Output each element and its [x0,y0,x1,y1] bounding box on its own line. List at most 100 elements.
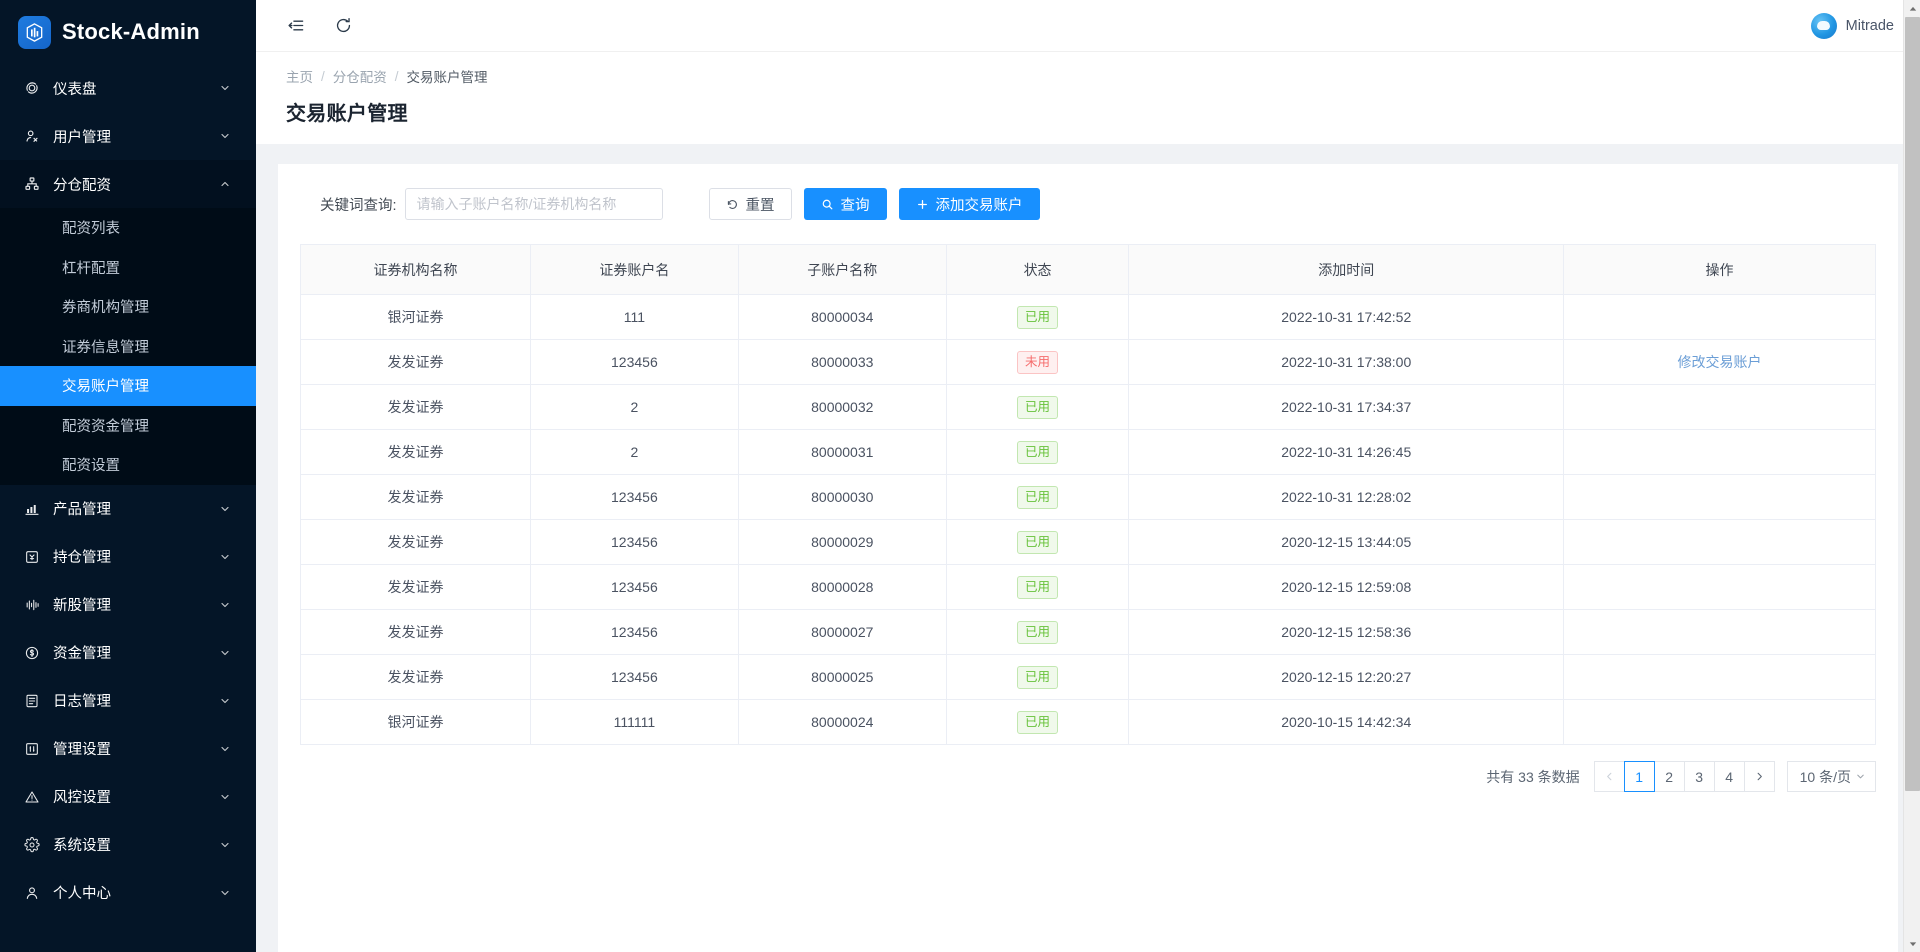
cell-added-at: 2022-10-31 12:28:02 [1129,475,1564,520]
sidebar: Stock-Admin 仪表盘 [0,0,256,952]
cell-sub-account: 80000028 [738,565,946,610]
sidebar-subitem-allocation-list[interactable]: 配资列表 [0,208,256,248]
breadcrumb-item-home[interactable]: 主页 [286,66,313,86]
sidebar-menu: 仪表盘 用户管理 [0,64,256,917]
cell-actions [1564,565,1876,610]
pagination-page-4[interactable]: 4 [1714,761,1745,792]
status-badge: 已用 [1017,306,1058,329]
cell-actions [1564,700,1876,745]
sidebar-item-dashboard[interactable]: 仪表盘 [0,64,256,112]
sidebar-subitem-leverage-config[interactable]: 杠杆配置 [0,248,256,288]
sidebar-item-label: 分仓配资 [53,174,218,195]
page-scrollbar[interactable] [1903,0,1920,952]
sidebar-item-products[interactable]: 产品管理 [0,485,256,533]
topbar: Mitrade [256,0,1920,52]
breadcrumb: 主页 / 分仓配资 / 交易账户管理 [286,66,1920,86]
sidebar-subitem-label: 配资设置 [62,454,120,475]
sidebar-group-profile: 个人中心 [0,869,256,917]
product-chart-icon [22,499,42,519]
dashboard-icon [22,78,42,98]
sidebar-item-system[interactable]: 系统设置 [0,821,256,869]
cell-status: 已用 [946,295,1129,340]
person-icon [22,883,42,903]
add-trade-account-button[interactable]: 添加交易账户 [899,188,1040,220]
sidebar-item-logs[interactable]: 日志管理 [0,677,256,725]
chevron-down-icon [218,81,232,95]
sidebar-subitem-broker-manage[interactable]: 券商机构管理 [0,287,256,327]
user-menu[interactable]: Mitrade [1811,13,1898,39]
chevron-down-icon [218,886,232,900]
table-row: 银河证券11111180000024已用2020-10-15 14:42:34 [301,700,1876,745]
scrollbar-thumb[interactable] [1905,17,1920,791]
scrollbar-down-arrow[interactable] [1904,935,1920,952]
sidebar-item-admin-settings[interactable]: 管理设置 [0,725,256,773]
brand-logo[interactable]: Stock-Admin [0,0,256,64]
cell-account: 111 [530,295,738,340]
status-badge: 未用 [1017,351,1058,374]
search-input[interactable] [405,188,663,220]
column-header-sub-account: 子账户名称 [738,245,946,295]
edit-trade-account-link[interactable]: 修改交易账户 [1678,354,1762,370]
stock-logo-icon [18,16,51,49]
sidebar-subitem-label: 配资列表 [62,217,120,238]
cell-broker: 发发证券 [301,520,531,565]
sidebar-subitem-label: 证券信息管理 [62,336,149,357]
cell-broker: 发发证券 [301,430,531,475]
breadcrumb-separator: / [321,69,325,84]
page-size-select[interactable]: 10 条/页 [1787,761,1876,792]
sidebar-subitem-securities-info[interactable]: 证券信息管理 [0,327,256,367]
pagination-page-1[interactable]: 1 [1624,761,1655,792]
cell-actions [1564,475,1876,520]
sidebar-item-positions[interactable]: 持仓管理 [0,533,256,581]
scrollbar-up-arrow[interactable] [1904,0,1920,17]
sidebar-subitem-fund-manage[interactable]: 配资资金管理 [0,406,256,446]
cell-actions [1564,520,1876,565]
cell-account: 2 [530,385,738,430]
sidebar-group-allocation: 分仓配资 配资列表 杠杆配置 券商机构管理 证券信息管理 交易账户管理 配资资金… [0,160,256,485]
sidebar-item-label: 资金管理 [53,642,218,663]
sidebar-item-risk[interactable]: 风控设置 [0,773,256,821]
cell-broker: 发发证券 [301,565,531,610]
status-badge: 已用 [1017,621,1058,644]
table-row: 发发证券12345680000025已用2020-12-15 12:20:27 [301,655,1876,700]
cell-status: 已用 [946,385,1129,430]
chevron-left-icon [1604,771,1615,782]
chevron-up-icon [218,177,232,191]
cell-sub-account: 80000031 [738,430,946,475]
content-area: 关键词查询: 重置 [256,144,1920,952]
cell-broker: 银河证券 [301,700,531,745]
sidebar-item-label: 仪表盘 [53,78,218,99]
cell-added-at: 2022-10-31 14:26:45 [1129,430,1564,475]
pagination-prev-button[interactable] [1594,761,1625,792]
column-header-actions: 操作 [1564,245,1876,295]
pagination-page-3[interactable]: 3 [1684,761,1715,792]
sidebar-subitem-allocation-settings[interactable]: 配资设置 [0,445,256,485]
table-row: 银河证券11180000034已用2022-10-31 17:42:52 [301,295,1876,340]
sidebar-item-funds[interactable]: 资金管理 [0,629,256,677]
sidebar-item-new-stock[interactable]: 新股管理 [0,581,256,629]
chevron-down-icon [218,550,232,564]
log-icon [22,691,42,711]
status-badge: 已用 [1017,711,1058,734]
sidebar-subitem-trade-account[interactable]: 交易账户管理 [0,366,256,406]
refresh-icon[interactable] [330,13,356,39]
menu-fold-icon[interactable] [282,13,308,39]
new-stock-icon [22,595,42,615]
pagination-page-2[interactable]: 2 [1654,761,1685,792]
chevron-down-icon [218,694,232,708]
app-root: Stock-Admin 仪表盘 [0,0,1920,952]
pagination-next-button[interactable] [1744,761,1775,792]
sidebar-item-allocation[interactable]: 分仓配资 [0,160,256,208]
sidebar-item-users[interactable]: 用户管理 [0,112,256,160]
cell-actions: 修改交易账户 [1564,340,1876,385]
breadcrumb-item-allocation[interactable]: 分仓配资 [333,66,387,86]
reset-button[interactable]: 重置 [709,188,792,220]
search-button[interactable]: 查询 [804,188,887,220]
table-row: 发发证券12345680000029已用2020-12-15 13:44:05 [301,520,1876,565]
chevron-down-icon [218,646,232,660]
allocation-icon [22,174,42,194]
sidebar-subitem-label: 杠杆配置 [62,257,120,278]
cell-sub-account: 80000025 [738,655,946,700]
cell-account: 123456 [530,610,738,655]
sidebar-item-profile[interactable]: 个人中心 [0,869,256,917]
